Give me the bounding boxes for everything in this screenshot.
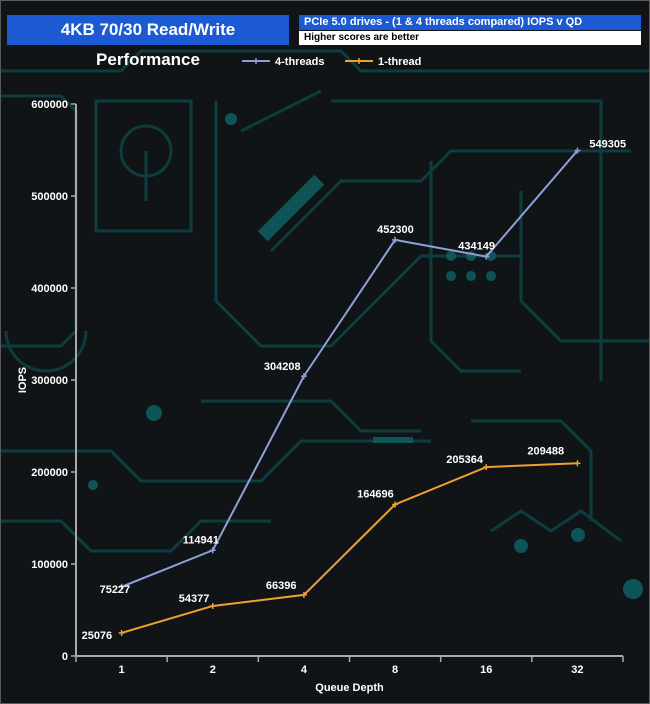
- x-tick-label: 1: [119, 664, 125, 676]
- x-tick-label: 8: [392, 664, 398, 676]
- data-label: 54377: [179, 593, 210, 605]
- x-axis-title: Queue Depth: [315, 682, 384, 694]
- data-label: 164696: [357, 488, 394, 500]
- data-labels: 75227 114941 304208 452300 434149 549305 25076…: [82, 139, 627, 642]
- data-label: 452300: [377, 224, 414, 236]
- legend: 4-threads 1-thread: [242, 56, 421, 68]
- chart-frame: 4KB 70/30 Read/Write Performance PCIe 5.…: [0, 0, 650, 704]
- y-tick-label: 0: [62, 651, 68, 663]
- y-tick-label: 300000: [31, 375, 68, 387]
- x-tick-label: 16: [480, 664, 492, 676]
- legend-label: 4-threads: [275, 56, 325, 68]
- y-tick-label: 600000: [31, 99, 68, 111]
- data-label: 209488: [527, 445, 564, 457]
- series-line-4-threads: [121, 149, 579, 588]
- data-label: 66396: [266, 580, 297, 592]
- axes: 0 100000 200000 300000 400000 500000 600000 1 2 4…: [17, 99, 624, 694]
- legend-label: 1-thread: [378, 56, 421, 68]
- data-label: 549305: [589, 139, 626, 151]
- data-label: 25076: [82, 630, 113, 642]
- data-label: 304208: [264, 361, 301, 373]
- x-tick-label: 4: [301, 664, 308, 676]
- y-tick-label: 200000: [31, 467, 68, 479]
- y-axis-title: IOPS: [17, 367, 29, 393]
- line-chart: 0 100000 200000 300000 400000 500000 600000 1 2 4…: [17, 56, 627, 694]
- data-label: 434149: [458, 241, 495, 253]
- data-label: 114941: [183, 534, 219, 546]
- x-tick-label: 32: [571, 664, 583, 676]
- series-layer: [118, 147, 581, 636]
- data-label: 75227: [100, 584, 131, 596]
- y-tick-label: 500000: [31, 191, 68, 203]
- y-tick-label: 400000: [31, 283, 68, 295]
- data-label: 205364: [446, 454, 484, 466]
- series-line-1-thread: [121, 462, 578, 634]
- x-tick-label: 2: [210, 664, 216, 676]
- y-tick-label: 100000: [31, 559, 68, 571]
